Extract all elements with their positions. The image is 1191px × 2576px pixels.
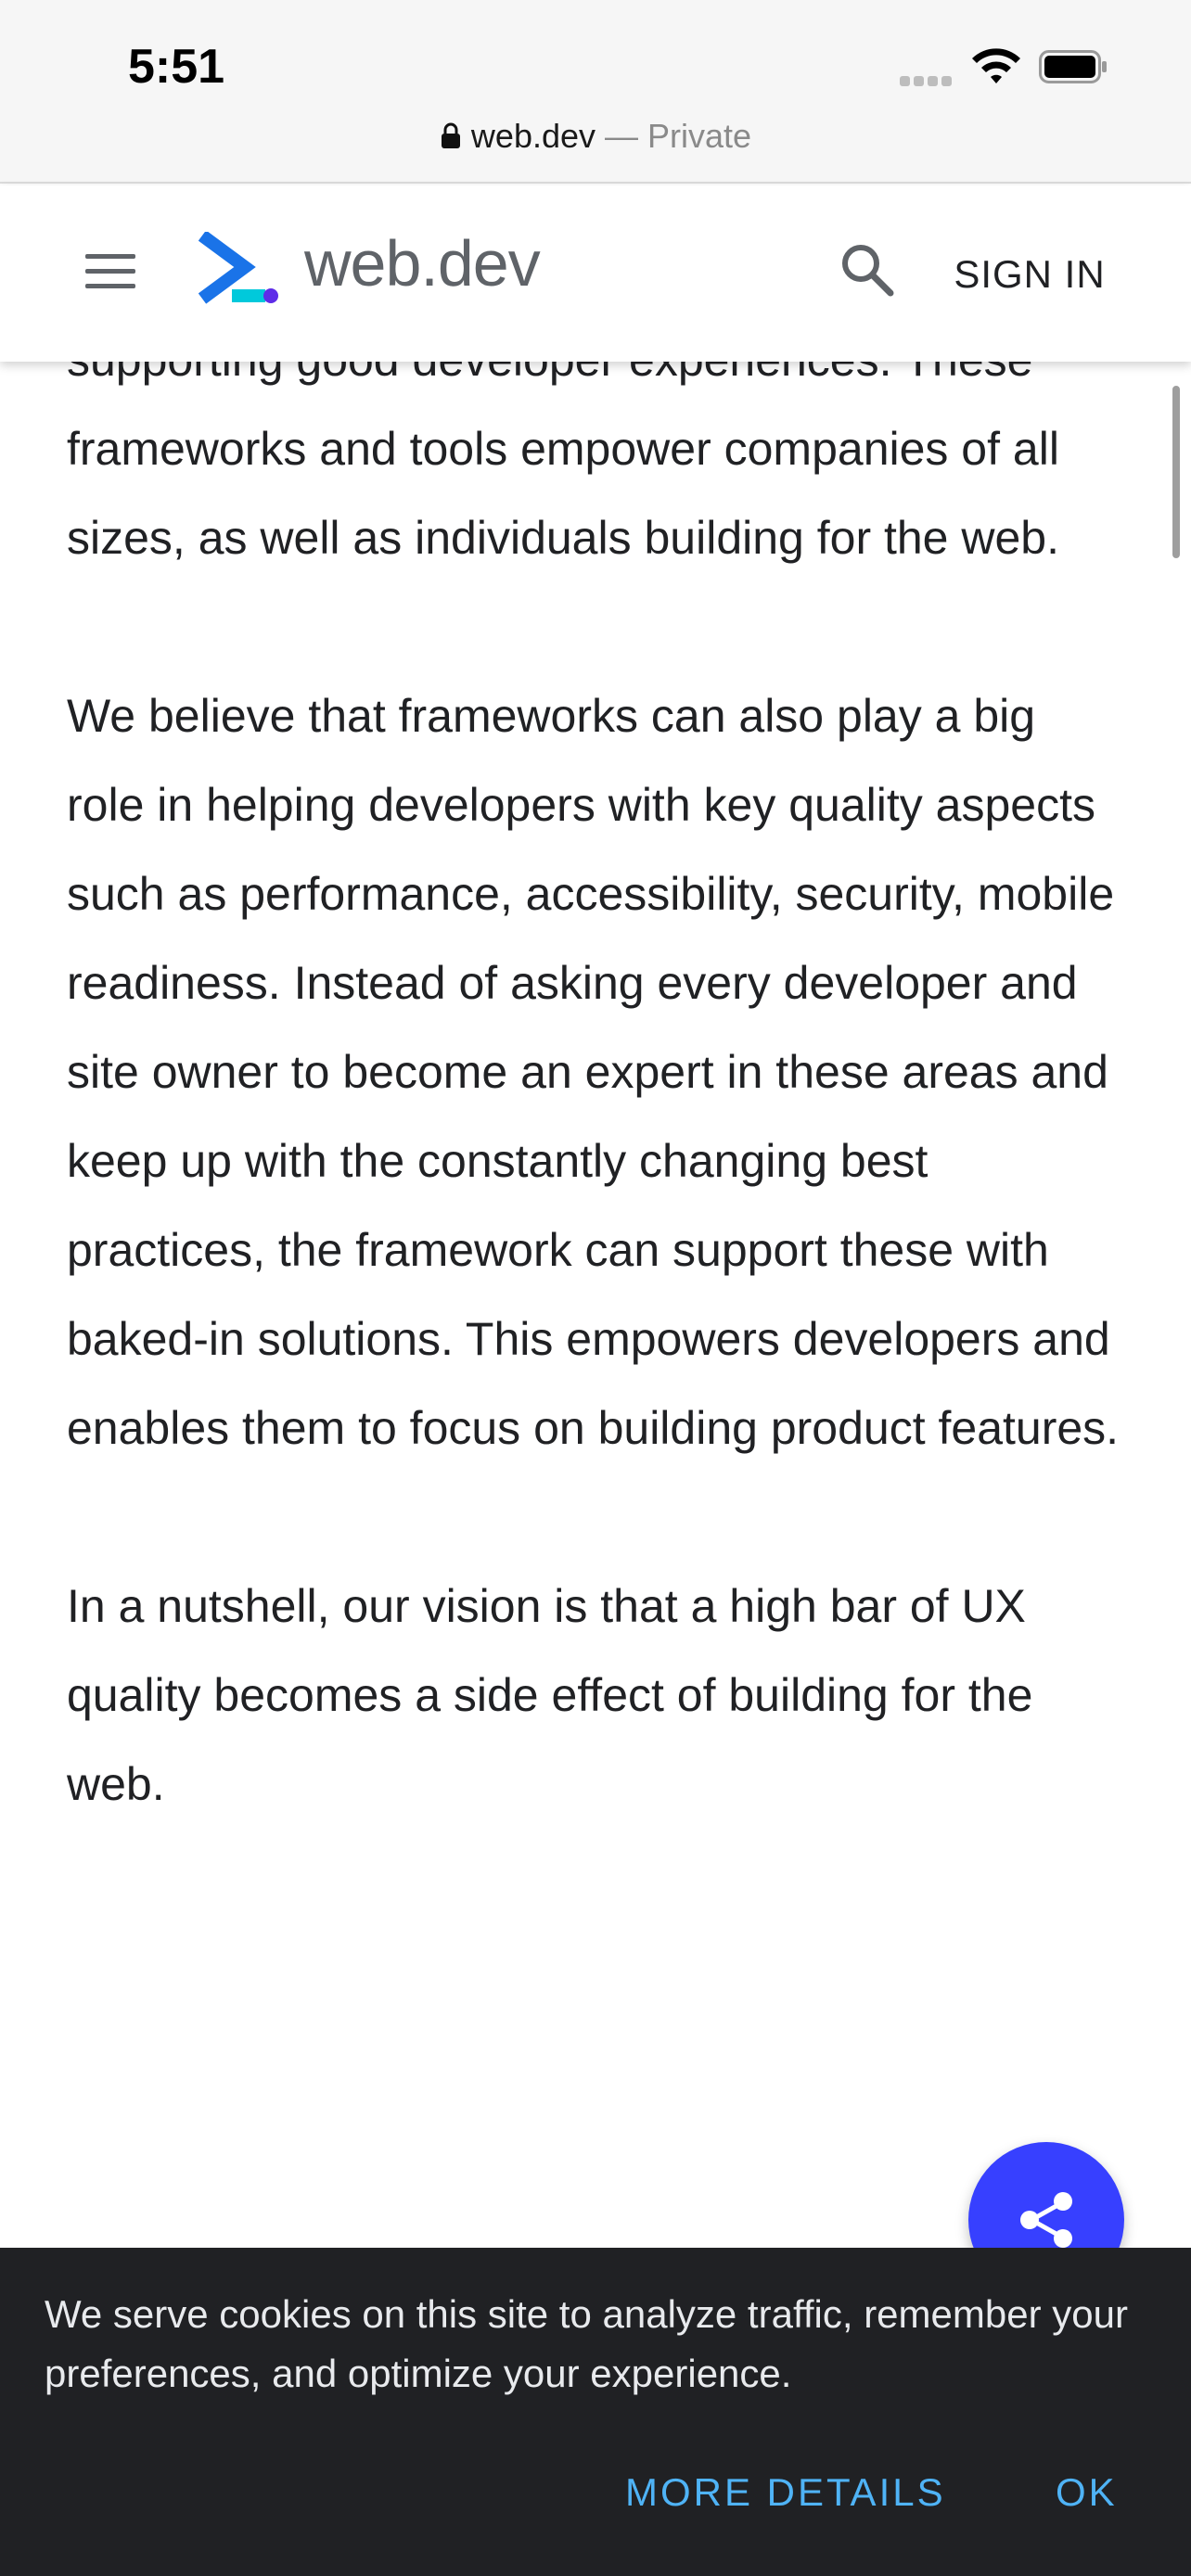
status-time: 5:51 — [128, 40, 225, 94]
scrollbar[interactable] — [1172, 386, 1180, 558]
cookie-message: We serve cookies on this site to analyze… — [45, 2292, 1128, 2395]
status-bar: 5:51 web.dev — Private — [0, 0, 1191, 184]
cookie-banner: We serve cookies on this site to analyze… — [0, 2248, 1191, 2576]
paragraph-3: In a nutshell, our vision is that a high… — [67, 1580, 1033, 1810]
wifi-icon — [972, 48, 1020, 83]
share-icon — [1020, 2192, 1072, 2248]
article-content: supporting good developer experiences. T… — [67, 315, 1124, 1918]
hamburger-menu-icon[interactable] — [78, 247, 143, 299]
search-icon[interactable] — [835, 237, 900, 302]
battery-icon — [1039, 50, 1107, 83]
address-domain: web.dev — [470, 117, 596, 155]
sign-in-button[interactable]: SIGN IN — [937, 247, 1122, 302]
paragraph-2: We believe that frameworks can also play… — [67, 690, 1120, 1454]
more-details-button[interactable]: MORE DETAILS — [625, 2470, 946, 2515]
address-private-label: Private — [647, 117, 752, 155]
lock-icon — [441, 122, 460, 148]
address-bar[interactable]: web.dev — Private — [0, 117, 1191, 163]
cellular-signal-icon — [900, 74, 957, 86]
site-header: web.dev SIGN IN — [0, 185, 1191, 362]
page: 5:51 web.dev — Private web.dev SIGN IN f… — [0, 0, 1191, 2576]
site-brand[interactable]: web.dev — [304, 226, 541, 300]
paragraph-1-text: frameworks and tools empower companies o… — [67, 423, 1059, 564]
address-separator: — — [596, 117, 648, 155]
web-dev-logo-icon[interactable] — [198, 232, 282, 306]
ok-button[interactable]: OK — [1056, 2470, 1118, 2515]
